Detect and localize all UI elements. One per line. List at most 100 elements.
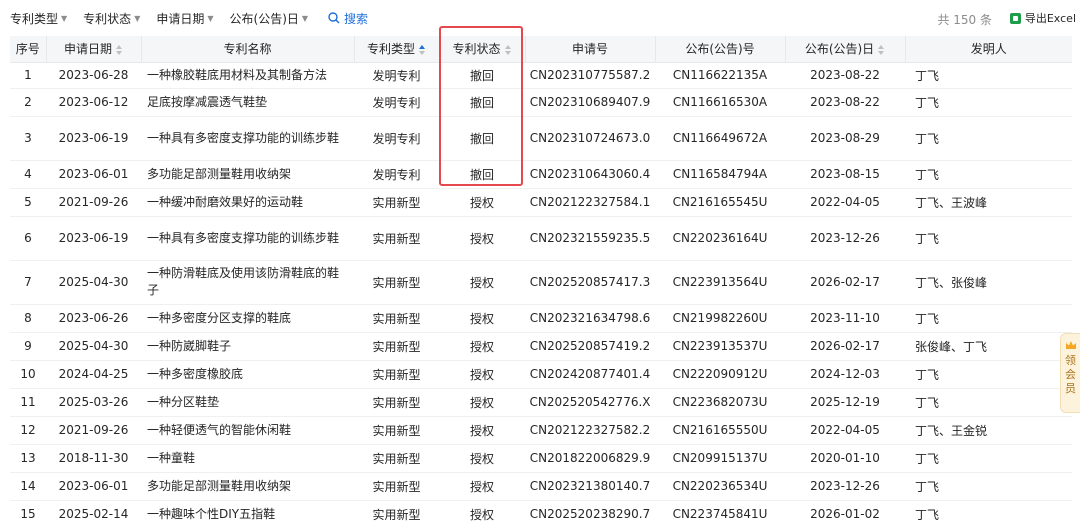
cell-publication-number: CN223913537U xyxy=(655,332,785,361)
search-label: 搜索 xyxy=(344,11,369,26)
column-header-publication-date[interactable]: 公布(公告)日 xyxy=(785,36,906,63)
total-count: 共 150 条 xyxy=(937,13,992,27)
cell-patent-name: 一种趣味个性DIY五指鞋 xyxy=(141,500,354,527)
table-row[interactable]: 7 2025-04-30 一种防滑鞋底及使用该防滑鞋底的鞋子 实用新型 授权 CN2025… xyxy=(10,260,1072,305)
cell-application-date: 2023-06-28 xyxy=(46,62,141,89)
cell-publication-date: 2023-08-22 xyxy=(785,62,905,89)
cell-no: 7 xyxy=(10,260,46,305)
cell-publication-date: 2026-02-17 xyxy=(785,332,905,361)
table-row[interactable]: 6 2023-06-19 一种具有多密度支撑功能的训练步鞋 实用新型 授权 CN20232… xyxy=(10,216,1072,261)
cell-patent-status: 授权 xyxy=(439,360,525,389)
filter-label: 专利状态 xyxy=(83,11,132,26)
cell-publication-number: CN116616530A xyxy=(655,88,785,117)
cell-application-date: 2025-04-30 xyxy=(46,332,141,361)
filter-application-date[interactable]: 申请日期 ▼ xyxy=(156,10,213,27)
table-row[interactable]: 13 2018-11-30 一种童鞋 实用新型 授权 CN201822006829.9 CN… xyxy=(10,444,1072,473)
filter-publication-date[interactable]: 公布(公告)日 ▼ xyxy=(230,10,309,27)
cell-publication-number: CN116649672A xyxy=(655,116,785,161)
table-row[interactable]: 5 2021-09-26 一种缓冲耐磨效果好的运动鞋 实用新型 授权 CN20212232… xyxy=(10,188,1072,217)
cell-inventor: 丁飞、王金锐 xyxy=(905,416,1072,445)
cell-application-number: CN202310689407.9 xyxy=(525,88,655,117)
cell-patent-type: 实用新型 xyxy=(354,216,439,261)
cell-publication-number: CN219982260U xyxy=(655,304,785,333)
cell-publication-number: CN116584794A xyxy=(655,160,785,189)
cell-patent-name: 一种橡胶鞋底用材料及其制备方法 xyxy=(141,62,354,89)
cell-no: 15 xyxy=(10,500,46,527)
cell-application-date: 2024-04-25 xyxy=(46,360,141,389)
cell-patent-name: 一种防滑鞋底及使用该防滑鞋底的鞋子 xyxy=(141,260,354,305)
table-row[interactable]: 14 2023-06-01 多功能足部测量鞋用收纳架 实用新型 授权 CN20232138… xyxy=(10,472,1072,501)
filter-bar: 专利类型 ▼ 专利状态 ▼ 申请日期 ▼ 公布(公告)日 ▼ 搜索 xyxy=(0,0,1080,36)
table-row[interactable]: 8 2023-06-26 一种多密度分区支撑的鞋底 实用新型 授权 CN202321634… xyxy=(10,304,1072,333)
cell-application-date: 2023-06-01 xyxy=(46,472,141,501)
table-row[interactable]: 2 2023-06-12 足底按摩减震透气鞋垫 发明专利 撤回 CN20231068940… xyxy=(10,88,1072,117)
cell-application-number: CN202310724673.0 xyxy=(525,116,655,161)
caret-down-icon: ▼ xyxy=(61,13,68,23)
cell-application-date: 2023-06-19 xyxy=(46,116,141,161)
cell-no: 6 xyxy=(10,216,46,261)
cell-patent-name: 多功能足部测量鞋用收纳架 xyxy=(141,160,354,189)
cell-inventor: 丁飞 xyxy=(905,444,1072,473)
cell-patent-status: 授权 xyxy=(439,332,525,361)
cell-patent-type: 发明专利 xyxy=(354,88,439,117)
cell-no: 10 xyxy=(10,360,46,389)
cell-patent-status: 授权 xyxy=(439,304,525,333)
filter-patent-type[interactable]: 专利类型 ▼ xyxy=(10,10,67,27)
cell-patent-type: 实用新型 xyxy=(354,388,439,417)
table-row[interactable]: 15 2025-02-14 一种趣味个性DIY五指鞋 实用新型 授权 CN20252023… xyxy=(10,500,1072,527)
cell-patent-name: 一种具有多密度支撑功能的训练步鞋 xyxy=(141,116,354,161)
patent-table: 序号 申请日期 专利名称 专利类型 专利状态 申请号 公布(公告)号 公布(公告… xyxy=(10,36,1072,527)
cell-application-number: CN202520238290.7 xyxy=(525,500,655,527)
filter-label: 公布(公告)日 xyxy=(229,11,299,26)
table-row[interactable]: 3 2023-06-19 一种具有多密度支撑功能的训练步鞋 发明专利 撤回 CN20231… xyxy=(10,116,1072,161)
column-header-patent-type[interactable]: 专利类型 xyxy=(354,36,440,63)
search-button[interactable]: 搜索 xyxy=(328,10,368,27)
column-header-publication-number: 公布(公告)号 xyxy=(655,36,786,63)
column-header-application-date[interactable]: 申请日期 xyxy=(46,36,142,63)
cell-patent-type: 实用新型 xyxy=(354,472,439,501)
cell-publication-date: 2022-04-05 xyxy=(785,188,905,217)
cell-publication-number: CN216165550U xyxy=(655,416,785,445)
cell-publication-number: CN116622135A xyxy=(655,62,785,89)
cell-application-number: CN202310643060.4 xyxy=(525,160,655,189)
cell-inventor: 张俊峰、丁飞 xyxy=(905,332,1072,361)
export-excel-button[interactable]: 导出Excel xyxy=(1009,10,1076,26)
cell-publication-number: CN220236534U xyxy=(655,472,785,501)
cell-inventor: 丁飞 xyxy=(905,304,1072,333)
cell-patent-status: 授权 xyxy=(439,388,525,417)
cell-publication-date: 2026-01-02 xyxy=(785,500,905,527)
cell-publication-date: 2026-02-17 xyxy=(785,260,905,305)
column-header-patent-status[interactable]: 专利状态 xyxy=(439,36,526,63)
table-row[interactable]: 1 2023-06-28 一种橡胶鞋底用材料及其制备方法 发明专利 撤回 CN202310… xyxy=(10,62,1072,89)
cell-publication-number: CN209915137U xyxy=(655,444,785,473)
sort-icon[interactable] xyxy=(878,44,885,55)
cell-inventor: 丁飞、王波峰 xyxy=(905,188,1072,217)
cell-patent-type: 发明专利 xyxy=(354,62,439,89)
table-row[interactable]: 9 2025-04-30 一种防崴脚鞋子 实用新型 授权 CN202520857419.2… xyxy=(10,332,1072,361)
caret-down-icon: ▼ xyxy=(301,13,309,23)
column-header-no: 序号 xyxy=(10,36,47,63)
filter-patent-status[interactable]: 专利状态 ▼ xyxy=(83,10,140,27)
cell-application-number: CN202420877401.4 xyxy=(525,360,655,389)
cell-publication-date: 2023-11-10 xyxy=(785,304,905,333)
cell-application-date: 2018-11-30 xyxy=(46,444,141,473)
sort-ascending-icon[interactable] xyxy=(419,44,426,55)
cell-inventor: 丁飞 xyxy=(905,62,1072,89)
cell-publication-date: 2022-04-05 xyxy=(785,416,905,445)
cell-no: 8 xyxy=(10,304,46,333)
vip-side-widget[interactable]: 领会员 xyxy=(1060,333,1080,413)
table-row[interactable]: 11 2025-03-26 一种分区鞋垫 实用新型 授权 CN202520542776.X… xyxy=(10,388,1072,417)
cell-patent-name: 一种防崴脚鞋子 xyxy=(141,332,354,361)
cell-no: 13 xyxy=(10,444,46,473)
sort-icon[interactable] xyxy=(116,44,123,55)
cell-application-date: 2023-06-12 xyxy=(46,88,141,117)
cell-publication-date: 2023-12-26 xyxy=(785,216,905,261)
cell-application-number: CN202321634798.6 xyxy=(525,304,655,333)
cell-inventor: 丁飞 xyxy=(905,500,1072,527)
table-row[interactable]: 4 2023-06-01 多功能足部测量鞋用收纳架 发明专利 撤回 CN202310643… xyxy=(10,160,1072,189)
table-row[interactable]: 10 2024-04-25 一种多密度橡胶底 实用新型 授权 CN202420877401… xyxy=(10,360,1072,389)
sort-icon[interactable] xyxy=(504,44,512,55)
cell-application-date: 2025-02-14 xyxy=(46,500,141,527)
cell-patent-name: 一种缓冲耐磨效果好的运动鞋 xyxy=(141,188,354,217)
table-row[interactable]: 12 2021-09-26 一种轻便透气的智能休闲鞋 实用新型 授权 CN20212232… xyxy=(10,416,1072,445)
